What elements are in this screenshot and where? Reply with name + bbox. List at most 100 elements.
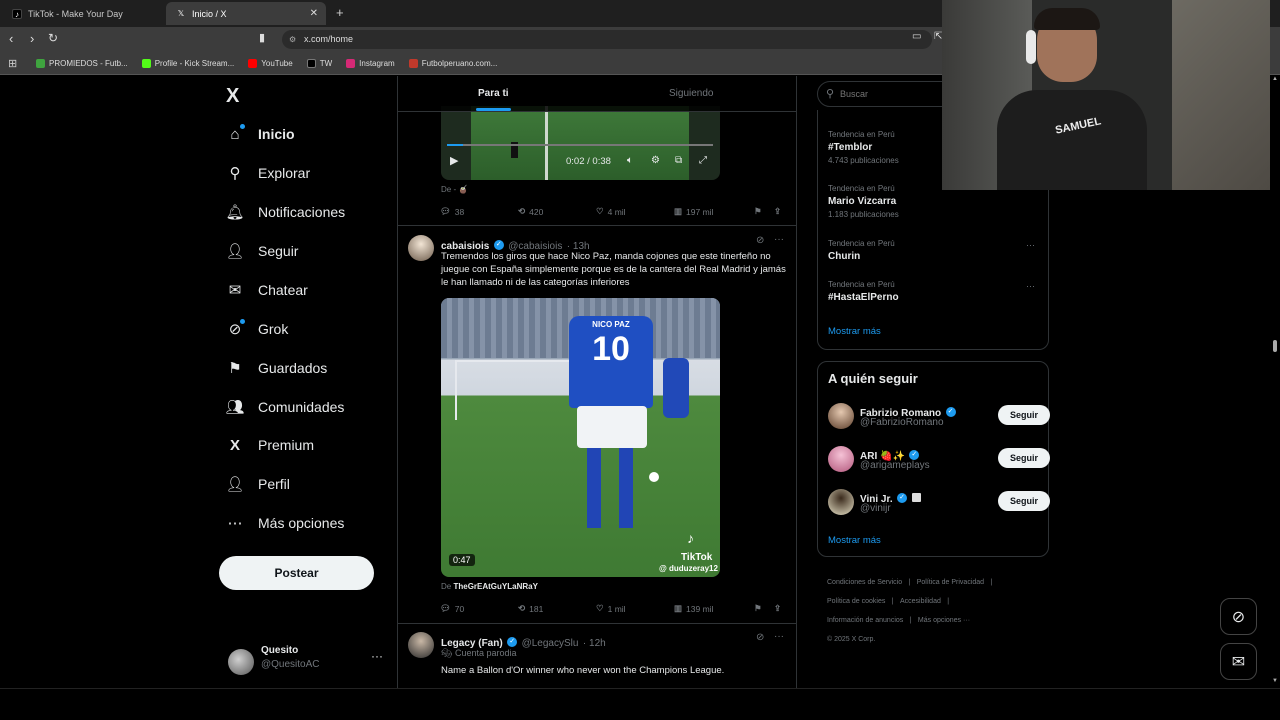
more-icon[interactable]: ··· — [1026, 281, 1035, 291]
tab-tiktok[interactable]: ♪ TikTok - Make Your Day — [2, 2, 166, 25]
volume-icon[interactable]: 🔈︎ — [627, 155, 633, 166]
avatar[interactable] — [408, 235, 434, 261]
author-handle[interactable]: @LegacySlu — [522, 638, 579, 649]
video-progress[interactable] — [447, 144, 713, 146]
repost-button[interactable]: ⟲ 181 — [518, 603, 543, 614]
settings-icon[interactable]: ⚙ — [651, 155, 660, 166]
views-button[interactable]: ▥ 197 mil — [674, 206, 713, 217]
scrollbar-thumb[interactable] — [1273, 340, 1277, 352]
follow-suggestion[interactable]: ARI 🍓✨ ✓ @arigameplays Seguir — [828, 445, 1050, 475]
video-frame — [471, 106, 689, 180]
grok-icon[interactable]: ⊘ — [756, 235, 764, 246]
bookmark-button[interactable]: ⚑ — [754, 603, 762, 614]
more-icon[interactable]: ··· — [774, 631, 784, 642]
more-icon[interactable]: ··· — [1026, 240, 1035, 250]
share-button[interactable]: ⇪ — [774, 603, 781, 614]
bookmark-kick[interactable]: Profile - Kick Stream... — [141, 58, 234, 68]
grok-icon[interactable]: ⊘ — [756, 632, 764, 643]
sidebar-item-mas-opciones[interactable]: ⋯ Más opciones — [226, 514, 345, 532]
play-icon[interactable]: ▶ — [450, 154, 458, 167]
sidebar-item-comunidades[interactable]: 👥︎ Comunidades — [225, 398, 344, 416]
like-button[interactable]: ♡ 4 mil — [596, 206, 626, 217]
repost-button[interactable]: ⟲ 420 — [518, 206, 543, 217]
bookmark-page-icon[interactable]: ▮ — [259, 31, 265, 44]
video-thumbnail[interactable]: NICO PAZ 10 0:47 ♪ TikTok @ duduzeray12 — [441, 298, 720, 577]
trend-name: Churin — [828, 251, 861, 262]
forward-icon[interactable]: › — [30, 31, 34, 46]
sidebar-item-guardados[interactable]: ⚑ Guardados — [226, 359, 327, 377]
footer-link[interactable]: Accesibilidad — [900, 598, 941, 605]
avatar[interactable] — [408, 632, 434, 658]
apps-grid-icon[interactable]: ⊞ — [8, 57, 17, 70]
share-button[interactable]: ⇪ — [774, 206, 781, 217]
sidebar-item-notificaciones[interactable]: 🔔︎ Notificaciones — [225, 203, 345, 221]
footer-link[interactable]: Más opciones ··· — [918, 617, 970, 624]
scroll-down-icon[interactable]: ▼ — [1272, 678, 1278, 684]
back-icon[interactable]: ‹ — [9, 31, 13, 46]
sidebar-item-seguir[interactable]: 👤︎ Seguir — [225, 242, 298, 260]
footer-link[interactable]: Condiciones de Servicio — [827, 579, 902, 586]
bookmark-tw[interactable]: TW — [306, 58, 332, 68]
follow-button[interactable]: Seguir — [998, 448, 1050, 468]
close-tab-icon[interactable]: ✕ — [310, 8, 318, 19]
trend-item[interactable]: Tendencia en Perú #Temblor 4.743 publica… — [828, 130, 899, 165]
more-icon[interactable]: ··· — [371, 649, 383, 663]
messages-button[interactable]: ✉ — [1220, 643, 1257, 680]
more-icon[interactable]: ··· — [774, 234, 784, 245]
verified-badge-icon: ✓ — [507, 636, 518, 647]
copyright: © 2025 X Corp. — [827, 636, 876, 643]
pip-icon[interactable]: ⧉ — [675, 155, 682, 166]
follow-suggestion[interactable]: Vini Jr. ✓ @vinijr Seguir — [828, 488, 1050, 518]
footer-link[interactable]: Política de Privacidad — [917, 579, 984, 586]
video-player[interactable]: ▶ 0:02 / 0:38 🔈︎ ⚙ ⧉ ⤢ — [441, 106, 720, 180]
views-button[interactable]: ▥ 139 mil — [674, 603, 713, 614]
avatar — [828, 489, 854, 515]
address-bar[interactable]: ⚙ x.com/home — [282, 30, 932, 49]
person-hair — [1034, 8, 1100, 30]
new-tab-icon[interactable]: + — [336, 5, 344, 20]
footer-link[interactable]: Información de anuncios — [827, 617, 903, 624]
reply-button[interactable]: 💬︎ 38 — [440, 206, 464, 217]
post-legacy[interactable]: Legacy (Fan) ✓ @LegacySlu · 12h ⊘ ··· 🎭︎… — [398, 624, 796, 688]
bookmark-button[interactable]: ⚑ — [754, 206, 762, 217]
sidebar-item-grok[interactable]: ⊘ Grok — [226, 319, 288, 338]
sidebar-item-perfil[interactable]: 👤︎ Perfil — [225, 475, 289, 493]
sidebar-item-premium[interactable]: X Premium — [226, 436, 314, 454]
post-text: Tremendos los giros que hace Nico Paz, m… — [441, 251, 786, 288]
tab-para-ti[interactable]: Para ti — [478, 88, 509, 99]
x-logo-icon[interactable]: X — [226, 85, 239, 108]
trend-item[interactable]: Tendencia en Perú Mario Vizcarra 1.183 p… — [828, 184, 899, 219]
follow-button[interactable]: Seguir — [998, 405, 1050, 425]
reply-button[interactable]: 💬︎ 70 — [440, 603, 464, 614]
trend-item[interactable]: Tendencia en Perú Churin — [828, 239, 895, 262]
bookmark-promiedos[interactable]: PROMIEDOS - Futb... — [36, 58, 128, 68]
reload-icon[interactable]: ↻ — [48, 31, 58, 45]
source-user-link[interactable]: TheGrEAtGuYLaNRaY — [453, 582, 537, 591]
follow-suggestion[interactable]: Fabrizio Romano ✓ @FabrizioRomano Seguir — [828, 402, 1050, 432]
fullscreen-icon[interactable]: ⤢ — [699, 155, 707, 166]
site-info-icon[interactable]: ⚙ — [289, 30, 296, 49]
post-time[interactable]: · 12h — [583, 638, 606, 649]
bookmark-youtube[interactable]: YouTube — [248, 58, 293, 68]
cast-icon[interactable]: ▭ — [912, 31, 921, 42]
tab-x-home[interactable]: 𝕏 Inicio / X ✕ — [166, 2, 326, 25]
post-cabaisiois[interactable]: cabaisiois ✓ @cabaisiois · 13h ⊘ ··· Tre… — [398, 226, 796, 624]
sidebar-item-explorar[interactable]: ⚲ Explorar — [226, 164, 311, 182]
like-button[interactable]: ♡ 1 mil — [596, 603, 626, 614]
sidebar-item-chatear[interactable]: ✉ Chatear — [226, 281, 308, 299]
scroll-up-icon[interactable]: ▲ — [1272, 76, 1278, 82]
trend-item[interactable]: Tendencia en Perú #HastaElPerno — [828, 280, 899, 303]
page-scrollbar[interactable]: ▲ ▼ — [1270, 76, 1280, 688]
bookmark-futbolperuano[interactable]: Futbolperuano.com... — [408, 58, 497, 68]
show-more-link[interactable]: Mostrar más — [828, 326, 881, 337]
follow-button[interactable]: Seguir — [998, 491, 1050, 511]
promiedos-icon — [36, 58, 45, 68]
footer-link[interactable]: Política de cookies — [827, 598, 885, 605]
account-switcher[interactable]: Quesito @QuesitoAC ··· — [228, 645, 388, 681]
show-more-link[interactable]: Mostrar más — [828, 535, 881, 546]
post-button[interactable]: Postear — [219, 556, 374, 590]
tab-siguiendo[interactable]: Siguiendo — [669, 88, 713, 99]
bookmark-instagram[interactable]: Instagram — [346, 58, 395, 68]
sidebar-item-inicio[interactable]: ⌂ Inicio — [226, 124, 295, 143]
grok-button[interactable]: ⊘ — [1220, 598, 1257, 635]
